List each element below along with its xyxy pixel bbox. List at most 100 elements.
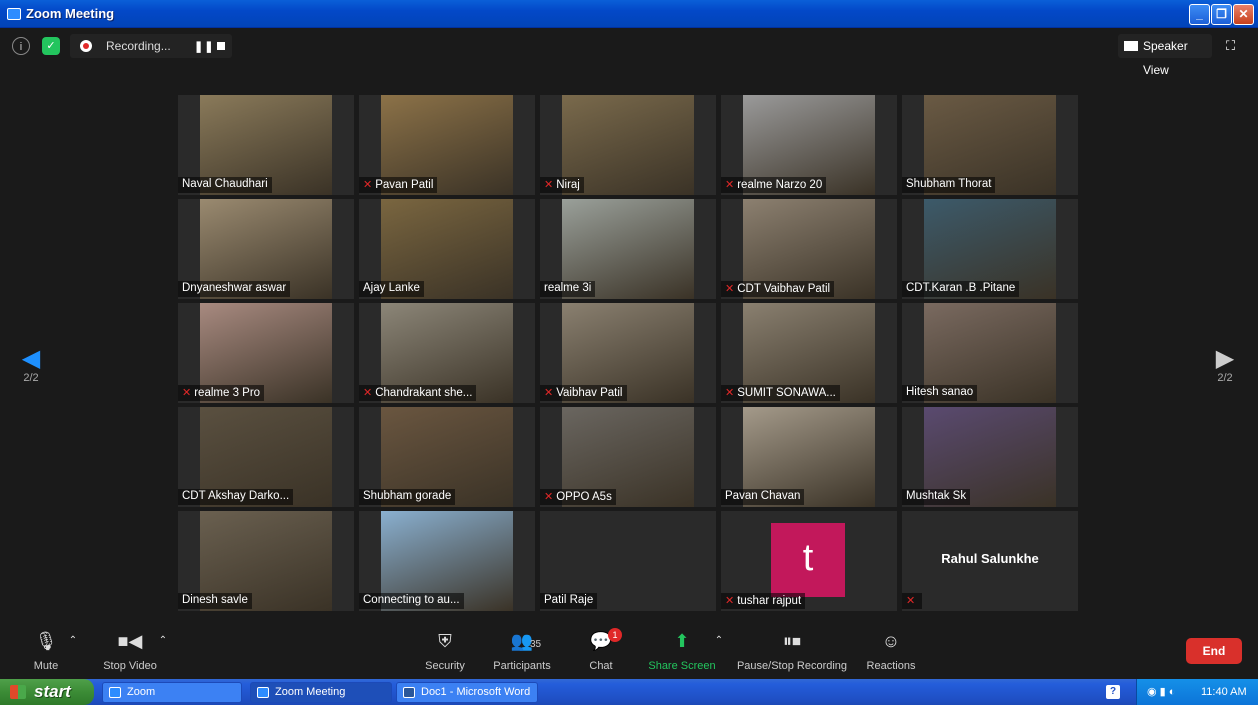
participant-name-label: Chandrakant she... [375, 387, 473, 399]
participant-tile[interactable]: CDT Akshay Darko... [178, 407, 354, 507]
security-button[interactable]: ⛨ Security [422, 626, 468, 678]
participant-name: Pavan Chavan [721, 489, 805, 505]
muted-mic-icon: ✕ [544, 387, 554, 399]
participant-tile[interactable]: Patil Raje [540, 511, 716, 611]
participant-name-label: Shubham Thorat [906, 178, 992, 190]
participant-tile[interactable]: Pavan Chavan [721, 407, 897, 507]
participant-tile[interactable]: ✕ realme 3 Pro [178, 303, 354, 403]
restore-button[interactable]: ❐ [1211, 4, 1232, 25]
participant-name-label: Dinesh savle [182, 594, 248, 606]
participant-name-label: Patil Raje [544, 594, 594, 606]
microphone-icon: 🎙 [34, 631, 58, 651]
participant-tile[interactable]: ✕ SUMIT SONAWA... [721, 303, 897, 403]
share-screen-icon: ⬆ [674, 631, 690, 651]
participant-tile[interactable]: ✕ realme Narzo 20 [721, 95, 897, 195]
participant-tile[interactable]: Dnyaneshwar aswar [178, 199, 354, 299]
participant-name-label: Connecting to au... [363, 594, 460, 606]
participant-name: Connecting to au... [359, 593, 464, 609]
share-screen-label: Share Screen [648, 660, 716, 672]
participant-tile[interactable]: Ajay Lanke [359, 199, 535, 299]
participants-button[interactable]: 👥 35 Participants [490, 626, 554, 678]
pause-icon[interactable]: ❚❚ [194, 40, 214, 53]
participant-tile[interactable]: ✕ Chandrakant she... [359, 303, 535, 403]
participant-tile[interactable]: ✕ Vaibhav Patil [540, 303, 716, 403]
share-options-caret[interactable]: ⌃ [714, 626, 724, 678]
participant-tile[interactable]: Mushtak Sk [902, 407, 1078, 507]
participant-name-label: OPPO A5s [556, 491, 612, 503]
participant-name: Ajay Lanke [359, 281, 424, 297]
participant-name: realme 3i [540, 281, 596, 297]
participant-tile[interactable]: realme 3i [540, 199, 716, 299]
muted-mic-icon: ✕ [725, 595, 735, 607]
zoom-window: Zoom Meeting _ ❐ ✕ i ✓ Recording... ❚❚ S… [0, 0, 1258, 705]
participant-tile[interactable]: ✕ Pavan Patil [359, 95, 535, 195]
end-meeting-button[interactable]: End [1186, 638, 1242, 664]
participant-name: ✕ tushar rajput [721, 593, 806, 609]
grid-icon [1124, 41, 1138, 51]
participant-tile[interactable]: ✕ CDT Vaibhav Patil [721, 199, 897, 299]
windows-taskbar: start Zoom Zoom Meeting Doc1 - Microsoft… [0, 679, 1258, 705]
taskbar-item-zoom-meeting[interactable]: Zoom Meeting [250, 682, 392, 703]
participant-tile[interactable]: ✕ Niraj [540, 95, 716, 195]
speaker-view-label: Speaker View [1143, 39, 1188, 77]
avatar: t [771, 523, 845, 597]
help-icon[interactable]: ? [1106, 685, 1120, 699]
participant-tile[interactable]: Naval Chaudhari [178, 95, 354, 195]
fullscreen-icon[interactable]: ⛶ [1226, 38, 1235, 54]
start-button[interactable]: start [0, 679, 94, 705]
arrow-right-icon[interactable]: ▶ [1212, 346, 1238, 372]
next-page-nav[interactable]: ▶ 2/2 [1212, 346, 1238, 385]
reactions-icon: ☺ [881, 631, 901, 651]
camera-icon: ■◀ [117, 631, 143, 651]
participant-tile[interactable]: Shubham gorade [359, 407, 535, 507]
chat-button[interactable]: 💬 1 Chat [584, 626, 622, 678]
participant-name: Dinesh savle [178, 593, 252, 609]
participant-name: ✕ realme Narzo 20 [721, 177, 827, 193]
participant-name: Shubham gorade [359, 489, 456, 505]
clock: 11:40 AM [1201, 686, 1247, 698]
muted-mic-icon: ✕ [544, 491, 554, 503]
muted-mic-icon: ✕ [725, 387, 735, 399]
participant-name: ✕ Vaibhav Patil [540, 385, 627, 401]
close-button[interactable]: ✕ [1233, 4, 1254, 25]
video-options-caret[interactable]: ⌃ [158, 626, 168, 678]
participant-name-label: tushar rajput [737, 595, 802, 607]
info-icon[interactable]: i [12, 37, 30, 55]
mute-button[interactable]: 🎙 Mute [28, 626, 64, 678]
tray-icons[interactable]: ◉ ▮ ◐ [1147, 679, 1175, 705]
share-screen-button[interactable]: ⬆ Share Screen [646, 626, 718, 678]
pause-stop-recording-button[interactable]: ⏸⏹ Pause/Stop Recording [734, 626, 850, 678]
participant-name: Naval Chaudhari [178, 177, 272, 193]
zoom-app-icon [257, 687, 269, 698]
taskbar-item-word[interactable]: Doc1 - Microsoft Word [396, 682, 538, 703]
prev-page-nav[interactable]: ◀ 2/2 [18, 346, 44, 385]
participant-tile[interactable]: Rahul Salunkhe ✕ [902, 511, 1078, 611]
participants-count: 35 [530, 639, 542, 650]
speaker-view-button[interactable]: Speaker View [1118, 34, 1212, 77]
chat-icon: 💬 1 [584, 626, 622, 656]
participant-name: ✕ Pavan Patil [359, 177, 438, 193]
participant-tile[interactable]: Dinesh savle [178, 511, 354, 611]
participant-tile[interactable]: ✕ OPPO A5s [540, 407, 716, 507]
stop-video-button[interactable]: ■◀ Stop Video [100, 626, 160, 678]
stop-video-label: Stop Video [103, 660, 157, 672]
title-bar: Zoom Meeting _ ❐ ✕ [0, 0, 1258, 28]
participant-tile[interactable]: t ✕ tushar rajput [721, 511, 897, 611]
reactions-button[interactable]: ☺ Reactions [864, 626, 918, 678]
participant-name-label: Mushtak Sk [906, 490, 967, 502]
muted-mic-icon: ✕ [182, 387, 192, 399]
security-label: Security [425, 660, 465, 672]
participant-tile[interactable]: Connecting to au... [359, 511, 535, 611]
arrow-left-icon[interactable]: ◀ [18, 346, 44, 372]
stop-icon[interactable] [217, 42, 225, 50]
minimize-button[interactable]: _ [1189, 4, 1210, 25]
audio-options-caret[interactable]: ⌃ [68, 626, 78, 678]
shield-icon[interactable]: ✓ [42, 37, 60, 55]
participant-tile[interactable]: Hitesh sanao [902, 303, 1078, 403]
taskbar-item-zoom[interactable]: Zoom [102, 682, 242, 703]
participant-tile[interactable]: Shubham Thorat [902, 95, 1078, 195]
participant-name-label: Pavan Chavan [725, 490, 801, 502]
participant-tile[interactable]: CDT.Karan .B .Pitane [902, 199, 1078, 299]
participant-name: ✕ realme 3 Pro [178, 385, 265, 401]
reactions-label: Reactions [866, 660, 916, 672]
